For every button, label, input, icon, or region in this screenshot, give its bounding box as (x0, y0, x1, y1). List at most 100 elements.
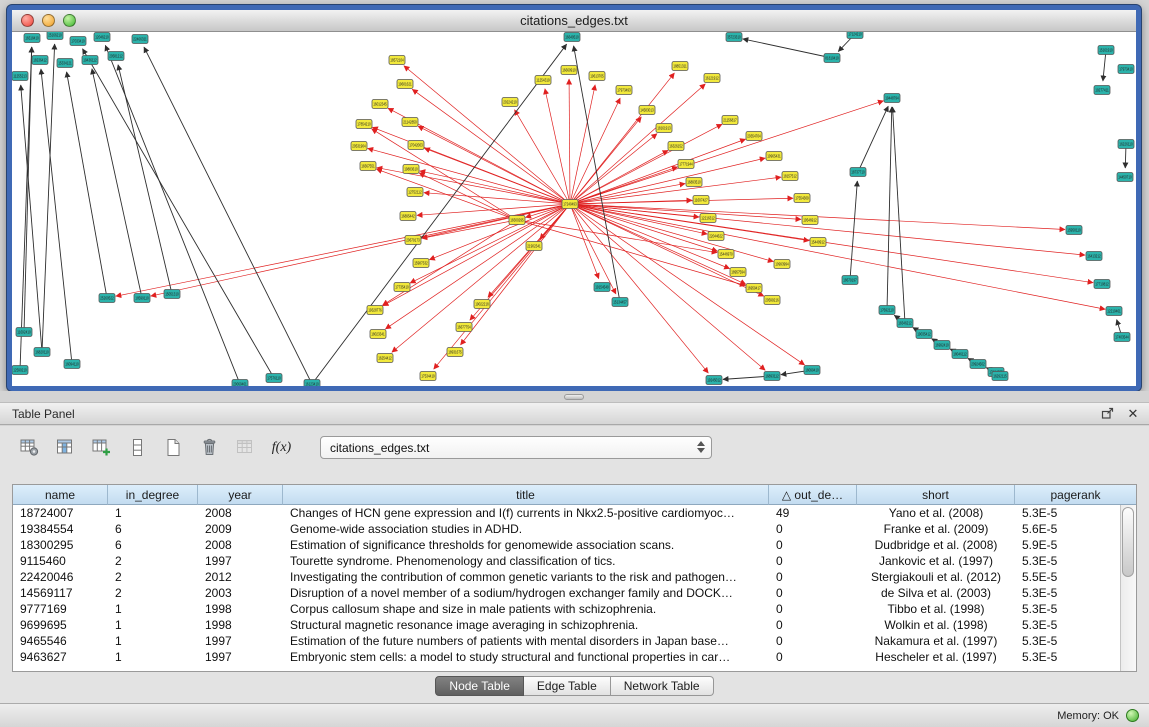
graph-node[interactable]: 20924502 (970, 360, 986, 369)
show-columns-button[interactable] (52, 435, 79, 460)
graph-node[interactable]: 18161913 (656, 124, 672, 133)
graph-node[interactable]: 16123410 (304, 380, 320, 387)
graph-node[interactable]: 18046112 (952, 350, 968, 359)
graph-node[interactable]: 15987332 (413, 259, 429, 268)
graph-node[interactable]: 25166210 (47, 32, 63, 40)
graph-node[interactable]: 19035412 (916, 330, 932, 339)
table-row[interactable]: 1938455462009Genome-wide association stu… (13, 521, 1120, 537)
graph-node[interactable]: 17124210 (847, 32, 863, 39)
graph-node[interactable]: 17692110 (879, 306, 895, 315)
graph-node[interactable]: 18851311 (672, 62, 688, 71)
graph-node[interactable]: 19154549 (594, 283, 610, 292)
toggle-rows-button[interactable] (124, 435, 151, 460)
tab-edge-table[interactable]: Edge Table (524, 676, 611, 696)
graph-node[interactable]: 12752112 (407, 188, 423, 197)
graph-node[interactable]: 17576110 (266, 374, 282, 383)
graph-node[interactable]: 15161910 (1098, 46, 1114, 55)
table-row[interactable]: 946362711997Embryonic stem cells: a mode… (13, 649, 1120, 665)
table-row[interactable]: 2242004622012Investigating the contribut… (13, 569, 1120, 585)
table-row[interactable]: 1830029562008Estimation of significance … (13, 537, 1120, 553)
graph-node[interactable]: 11255213 (12, 72, 28, 81)
zoom-window-button[interactable] (63, 14, 76, 27)
column-header-pagerank[interactable]: pagerank (1015, 485, 1136, 505)
graph-node[interactable]: 19883610 (403, 165, 419, 174)
close-window-button[interactable] (21, 14, 34, 27)
delete-entries-button[interactable] (196, 435, 223, 460)
graph-node[interactable]: 35723310 (726, 33, 742, 42)
table-row[interactable]: 977716911998Corpus callosum shape and si… (13, 601, 1120, 617)
graph-node[interactable]: 20581212 (108, 52, 124, 61)
graph-node[interactable]: 20224210 (502, 98, 518, 107)
graph-node[interactable]: 18679197 (842, 276, 858, 285)
graph-node[interactable]: 16660910 (561, 66, 577, 75)
column-header-year[interactable]: year (198, 485, 283, 505)
graph-node[interactable]: 16012345 (372, 100, 388, 109)
graph-node[interactable]: 14583013 (639, 106, 655, 115)
column-header-out_de[interactable]: △ out_de… (769, 485, 857, 505)
network-canvas[interactable]: 1724049318572104196016211601234517854210… (12, 32, 1136, 386)
graph-node[interactable]: 18300295 (509, 216, 525, 225)
graph-node[interactable]: 11254319 (535, 76, 551, 85)
graph-node[interactable]: 14450710 (1117, 173, 1133, 182)
graph-node[interactable]: 18023341 (370, 330, 386, 339)
graph-node[interactable]: 21156817 (722, 116, 738, 125)
graph-node[interactable]: 16893112 (764, 372, 780, 381)
graph-node[interactable]: 22044622 (708, 232, 724, 241)
scrollbar-thumb[interactable] (1122, 507, 1134, 577)
graph-node[interactable]: 17403544 (1114, 333, 1130, 342)
graph-node[interactable]: 16292115 (992, 372, 1008, 381)
column-header-name[interactable]: name (13, 485, 108, 505)
graph-node[interactable]: 17710812 (1094, 280, 1110, 289)
table-row[interactable]: 1872400712008Changes of HCN gene express… (13, 505, 1120, 521)
graph-node[interactable]: 10993994 (774, 260, 790, 269)
graph-node[interactable]: 12216312 (700, 214, 716, 223)
split-handle[interactable] (564, 394, 584, 400)
graph-node[interactable]: 19328776 (367, 306, 383, 315)
graph-node[interactable]: 22466311 (132, 35, 148, 44)
table-row[interactable]: 911546021997Tourette syndrome. Phenomeno… (13, 553, 1120, 569)
graph-node[interactable]: 19022218 (474, 300, 490, 309)
graph-node[interactable]: 16649510 (564, 33, 580, 42)
graph-node[interactable]: 16413212 (1086, 252, 1102, 261)
graph-node[interactable]: 16121912 (704, 74, 720, 83)
graph-node[interactable]: 16893510 (686, 178, 702, 187)
graph-node[interactable]: 15958110 (1066, 226, 1082, 235)
graph-node[interactable]: 17042003 (408, 141, 424, 150)
graph-node[interactable]: 12210461 (1106, 307, 1122, 316)
graph-node[interactable]: 19613705 (589, 72, 605, 81)
table-mode-button[interactable] (16, 435, 43, 460)
window-titlebar[interactable]: citations_edges.txt (12, 10, 1136, 32)
delete-table-button[interactable] (232, 435, 259, 460)
graph-node[interactable]: 18099410 (804, 366, 820, 375)
create-column-button[interactable] (88, 435, 115, 460)
graph-node[interactable]: 19436112 (82, 56, 98, 65)
graph-node[interactable]: 81810410 (824, 54, 840, 63)
graph-node[interactable]: 20599216 (764, 296, 780, 305)
graph-node[interactable]: 21902341 (526, 242, 542, 251)
graph-node[interactable]: 17554309 (794, 194, 810, 203)
graph-node[interactable]: 15134457 (612, 298, 628, 307)
graph-node[interactable]: 16677754 (456, 323, 472, 332)
graph-node[interactable]: 16959417 (746, 284, 762, 293)
graph-node[interactable]: 18572104 (389, 56, 405, 65)
graph-node[interactable]: 19601621 (397, 80, 413, 89)
graph-node[interactable]: 19546912 (802, 216, 818, 225)
float-panel-button[interactable] (1097, 405, 1117, 423)
graph-node[interactable]: 18157512 (782, 172, 798, 181)
column-header-title[interactable]: title (283, 485, 769, 505)
graph-node[interactable]: 17771944 (678, 160, 694, 169)
graph-node[interactable]: 17033410 (70, 37, 86, 46)
graph-node[interactable]: 18737710 (850, 168, 866, 177)
graph-node[interactable]: 21142850 (402, 118, 418, 127)
graph-node[interactable]: 18931675 (447, 348, 463, 357)
graph-node[interactable]: 20354704 (746, 132, 762, 141)
graph-node[interactable]: 12590210 (12, 366, 28, 375)
graph-node[interactable]: 18957594 (730, 268, 746, 277)
graph-node[interactable]: 17534419 (420, 372, 436, 381)
table-vertical-scrollbar[interactable] (1120, 505, 1136, 671)
graph-node[interactable]: 17854210 (356, 120, 372, 129)
graph-node[interactable]: 15051310 (164, 290, 180, 299)
column-header-in_degree[interactable]: in_degree (108, 485, 198, 505)
graph-node[interactable]: 17735410 (394, 283, 410, 292)
table-row[interactable]: 946554611997Estimation of the future num… (13, 633, 1120, 649)
